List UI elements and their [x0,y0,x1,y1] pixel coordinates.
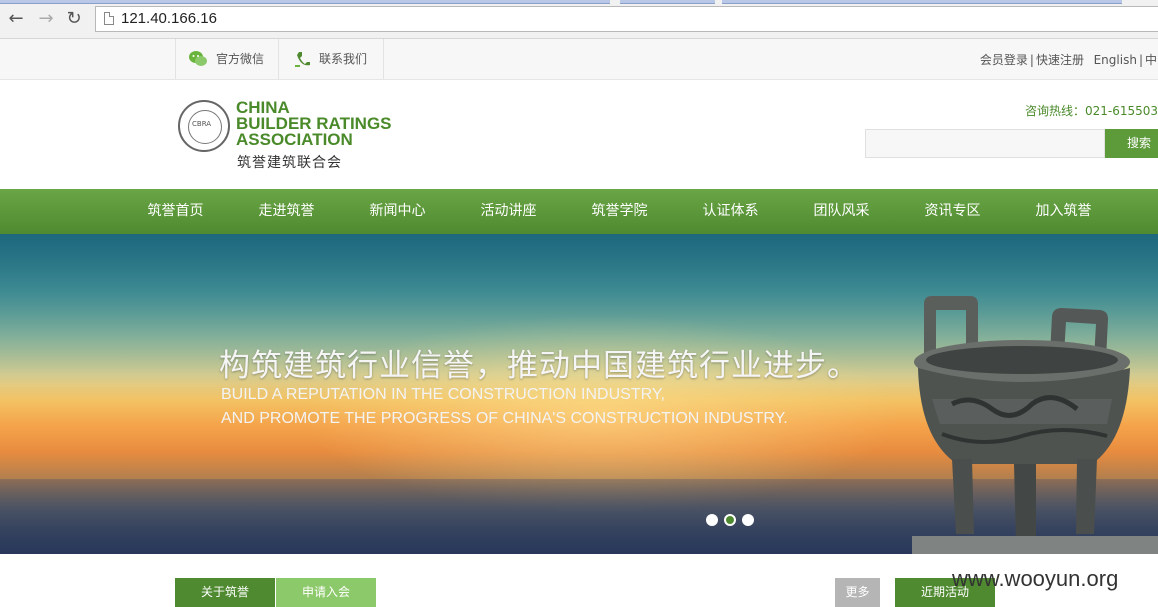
nav-item-academy[interactable]: 筑誉学院 [564,189,675,234]
nav-item-events[interactable]: 活动讲座 [453,189,564,234]
separator: | [1029,53,1034,67]
chinese-link[interactable]: 中 [1145,53,1157,67]
more-button[interactable]: 更多 [835,578,880,607]
site-header: CBRA CHINA BUILDER RATINGS ASSOCIATION 筑… [0,80,1158,188]
search-input[interactable] [865,129,1105,158]
register-link[interactable]: 快速注册 [1036,53,1084,67]
main-navigation: 筑誉首页 走进筑誉 新闻中心 活动讲座 筑誉学院 认证体系 团队风采 资讯专区 … [0,189,1158,234]
browser-toolbar: ← → ↻ 121.40.166.16 [0,0,1158,39]
wechat-label: 官方微信 [216,52,265,66]
nav-item-news[interactable]: 新闻中心 [342,189,453,234]
tab-about[interactable]: 关于筑誉 [175,578,275,607]
address-bar[interactable]: 121.40.166.16 [95,6,1158,32]
logo-line: ASSOCIATION [236,130,353,149]
browser-tab[interactable] [620,0,715,4]
slide-dot-1[interactable] [706,514,718,526]
banner-subtitle-line1: BUILD A REPUTATION IN THE CONSTRUCTION I… [221,386,665,403]
browser-tab[interactable] [0,0,610,4]
wechat-link[interactable]: 官方微信 [175,39,278,79]
arrow-left-icon[interactable]: ← [6,9,26,29]
slide-dot-2[interactable] [724,514,736,526]
separator: | [1138,53,1143,67]
url-text[interactable]: 121.40.166.16 [121,10,217,27]
nav-item-team[interactable]: 团队风采 [786,189,897,234]
banner-subtitle-line2: AND PROMOTE THE PROGRESS OF CHINA'S CONS… [221,410,788,427]
logo-seal[interactable]: CBRA [178,100,230,152]
browser-tab[interactable] [722,0,1122,4]
nav-item-join[interactable]: 加入筑誉 [1008,189,1119,234]
top-utility-bar: 官方微信 联系我们 会员登录 | 快速注册 English | 中 [0,39,1158,80]
wechat-icon [189,51,207,66]
logo-chinese-name: 筑誉建筑联合会 [237,155,342,171]
contact-label: 联系我们 [319,52,368,66]
login-link[interactable]: 会员登录 [980,53,1028,67]
bronze-ding-image [912,296,1158,554]
hotline: 咨询热线：021-615503 [1024,104,1158,118]
account-links: 会员登录 | 快速注册 English | 中 [979,51,1158,68]
arrow-right-icon[interactable]: → [36,9,56,29]
logo-text[interactable]: CHINA BUILDER RATINGS ASSOCIATION [236,99,392,149]
nav-item-home[interactable]: 筑誉首页 [120,189,231,234]
search-button[interactable]: 搜索 [1105,129,1158,158]
nav-item-about[interactable]: 走进筑誉 [231,189,342,234]
page-icon [104,12,114,25]
nav-item-certification[interactable]: 认证体系 [675,189,786,234]
tab-apply[interactable]: 申请入会 [276,578,376,607]
english-link[interactable]: English [1094,53,1137,67]
reload-icon[interactable]: ↻ [64,9,84,29]
contact-link[interactable]: 联系我们 [278,39,384,79]
nav-item-info[interactable]: 资讯专区 [897,189,1008,234]
hero-banner[interactable]: 构筑建筑行业信誉，推动中国建筑行业进步。 BUILD A REPUTATION … [0,234,1158,554]
tab-strip [0,0,1158,4]
banner-title: 构筑建筑行业信誉，推动中国建筑行业进步。 [219,348,859,384]
phone-icon [295,52,310,67]
seal-text: CBRA [192,120,212,128]
watermark: www.wooyun.org [952,566,1119,591]
slide-dot-3[interactable] [742,514,754,526]
